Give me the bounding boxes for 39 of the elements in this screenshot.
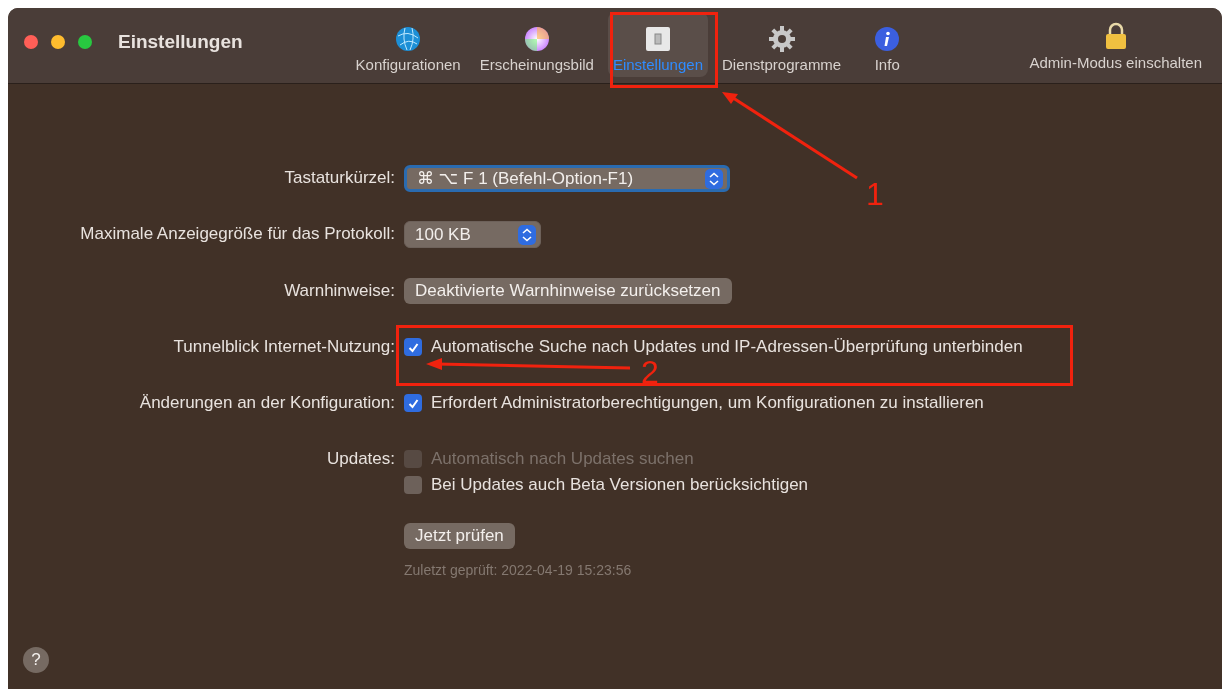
toolbar-tab[interactable]: Info [855,12,920,77]
annotation-number: 2 [641,358,659,386]
help-button[interactable]: ? [23,647,49,673]
toolbar-tab[interactable]: Dienstprogramme [717,12,847,77]
minimize-icon[interactable] [51,35,65,49]
stepper-icon [518,224,536,245]
reset-warnings-button[interactable]: Deaktivierte Warnhinweise zurücksetzen [404,278,732,304]
checkbox[interactable] [404,476,422,494]
setting-label: Maximale Anzeigegröße für das Protokoll: [80,223,395,245]
setting-label: Tunnelblick Internet-Nutzung: [173,336,395,358]
stepper-icon [705,168,723,189]
globe-icon [395,26,422,52]
window-title: Einstellungen [118,30,243,54]
switch-icon [644,26,671,52]
checkbox-option[interactable]: Automatische Suche nach Updates und IP-Adressen-Überprüfung unterbinden [404,334,1023,360]
color-wheel-icon [523,26,550,52]
zoom-icon[interactable] [78,35,92,49]
setting-label: Tastaturkürzel: [284,167,395,189]
last-checked-text: Zuletzt geprüft: 2022-04-19 15:23:56 [404,561,632,579]
annotation-number: 1 [866,180,884,208]
lock-icon [1104,22,1127,50]
setting-label: Warnhinweise: [284,280,395,302]
check-now-button[interactable]: Jetzt prüfen [404,523,515,549]
checkmark-icon [407,397,419,409]
admin-mode-button[interactable]: Admin-Modus einschalten [1024,12,1207,75]
close-icon[interactable] [24,35,38,49]
toolbar-tab[interactable]: Konfigurationen [350,12,466,77]
checkbox[interactable] [404,394,422,412]
setting-label: Updates: [326,448,395,470]
setting-label: Änderungen an der Konfiguration: [139,392,395,414]
info-icon [874,26,901,52]
checkbox-option[interactable]: Bei Updates auch Beta Versionen berücksichtigen [404,472,809,498]
checkbox[interactable] [404,338,422,356]
checkmark-icon [407,341,419,353]
popup-menu[interactable]: 100 KB [404,221,541,248]
gear-icon [768,26,795,52]
popup-menu[interactable]: ⌘ ⌥ F 1 (Befehl-Option-F1) [404,165,730,192]
toolbar-tab[interactable]: Erscheinungsbild [474,12,599,77]
checkbox-option[interactable]: Erfordert Administratorberechtigungen, um Konfigurationen zu installieren [404,390,984,416]
